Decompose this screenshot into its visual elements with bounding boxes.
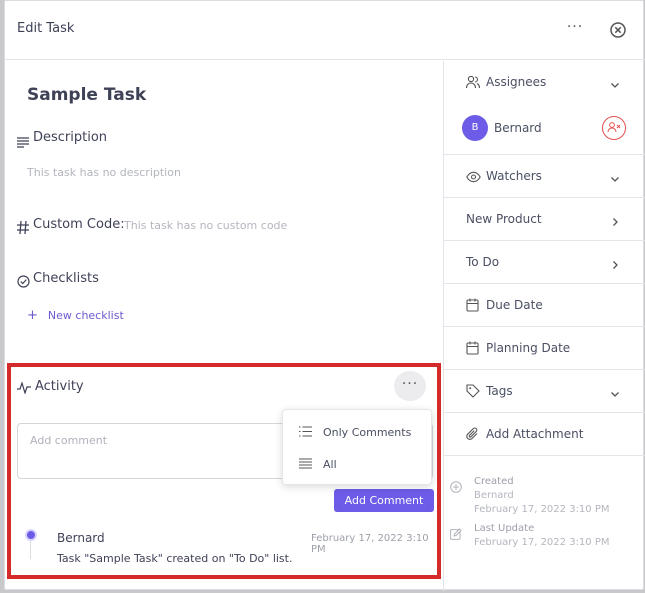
description-icon bbox=[17, 133, 29, 152]
add-attachment-button[interactable]: Add Attachment bbox=[444, 413, 645, 456]
edit-icon bbox=[450, 525, 462, 544]
assignees-toggle[interactable]: Assignees bbox=[444, 61, 645, 104]
checklists-label: Checklists bbox=[33, 271, 99, 286]
created-label: Created bbox=[474, 476, 514, 487]
activity-filter-menu: Only Comments All bbox=[282, 409, 432, 485]
planning-date-label: Planning Date bbox=[486, 341, 571, 355]
modal-header: Edit Task ··· bbox=[5, 1, 645, 60]
menu-item-all[interactable]: All bbox=[283, 450, 433, 480]
description-label: Description bbox=[33, 130, 108, 145]
edit-task-modal: Edit Task ··· Sample Task Description Th… bbox=[4, 0, 645, 591]
calendar-icon bbox=[466, 340, 479, 359]
plus-icon: + bbox=[27, 308, 38, 323]
tags-toggle[interactable]: Tags bbox=[444, 370, 645, 413]
chevron-down-icon bbox=[610, 169, 620, 188]
add-attachment-label: Add Attachment bbox=[486, 427, 584, 441]
new-checklist-label: New checklist bbox=[47, 309, 124, 322]
watchers-label: Watchers bbox=[486, 169, 542, 183]
custom-code-placeholder[interactable]: This task has no custom code bbox=[124, 219, 287, 232]
menu-item-label: Only Comments bbox=[323, 426, 412, 439]
created-date: February 17, 2022 3:10 PM bbox=[474, 504, 610, 515]
assignee-name: Bernard bbox=[494, 121, 542, 135]
created-info: Created Bernard February 17, 2022 3:10 P… bbox=[444, 476, 645, 520]
planning-date-button[interactable]: Planning Date bbox=[444, 327, 645, 370]
custom-code-label: Custom Code: bbox=[33, 217, 125, 232]
last-update-label: Last Update bbox=[474, 523, 535, 534]
timeline-dot bbox=[25, 529, 37, 541]
hash-icon bbox=[17, 219, 29, 238]
avatar: B bbox=[462, 115, 488, 141]
project-label: New Product bbox=[466, 212, 542, 226]
menu-item-only-comments[interactable]: Only Comments bbox=[283, 418, 433, 448]
list-selector[interactable]: To Do bbox=[444, 241, 645, 284]
chevron-down-icon bbox=[610, 384, 620, 403]
created-by: Bernard bbox=[474, 490, 514, 501]
due-date-button[interactable]: Due Date bbox=[444, 284, 645, 327]
tag-icon bbox=[466, 383, 480, 402]
activity-entry-date: February 17, 2022 3:10 PM bbox=[311, 533, 429, 555]
last-update-date: February 17, 2022 3:10 PM bbox=[474, 537, 610, 548]
activity-entry-user: Bernard bbox=[57, 531, 105, 545]
list-label: To Do bbox=[466, 255, 500, 269]
remove-assignee-icon[interactable] bbox=[602, 116, 626, 140]
task-title[interactable]: Sample Task bbox=[27, 85, 146, 105]
description-placeholder[interactable]: This task has no description bbox=[27, 166, 181, 179]
last-update-info: Last Update February 17, 2022 3:10 PM bbox=[444, 523, 645, 553]
eye-icon bbox=[466, 168, 481, 187]
users-icon bbox=[465, 74, 481, 93]
calendar-icon bbox=[466, 297, 479, 316]
watchers-toggle[interactable]: Watchers bbox=[444, 155, 645, 198]
activity-label: Activity bbox=[35, 379, 84, 394]
list-icon bbox=[299, 426, 312, 440]
assignee-row: B Bernard bbox=[444, 103, 645, 155]
chevron-down-icon bbox=[610, 75, 620, 94]
menu-item-label: All bbox=[323, 458, 337, 471]
task-sidebar: Assignees B Bernard Watchers New Product bbox=[443, 61, 645, 591]
assignees-label: Assignees bbox=[486, 75, 547, 89]
paperclip-icon bbox=[466, 426, 479, 445]
modal-title: Edit Task bbox=[17, 21, 75, 36]
activity-pulse-icon bbox=[17, 379, 31, 398]
tags-label: Tags bbox=[486, 384, 513, 398]
due-date-label: Due Date bbox=[486, 298, 543, 312]
add-comment-button[interactable]: Add Comment bbox=[334, 489, 434, 512]
lines-icon bbox=[299, 458, 312, 472]
plus-circle-icon bbox=[450, 478, 462, 497]
chevron-right-icon bbox=[610, 212, 620, 231]
task-main-panel: Sample Task Description This task has no… bbox=[5, 61, 443, 591]
close-icon[interactable] bbox=[609, 21, 627, 39]
activity-entry-text: Task "Sample Task" created on "To Do" li… bbox=[57, 552, 293, 565]
chevron-right-icon bbox=[610, 255, 620, 274]
more-options-button[interactable]: ··· bbox=[565, 19, 585, 39]
project-selector[interactable]: New Product bbox=[444, 198, 645, 241]
activity-filter-button[interactable]: ··· bbox=[394, 371, 426, 401]
new-checklist-button[interactable]: + New checklist bbox=[27, 308, 124, 323]
timeline-line bbox=[30, 541, 31, 559]
check-circle-icon bbox=[17, 273, 30, 292]
